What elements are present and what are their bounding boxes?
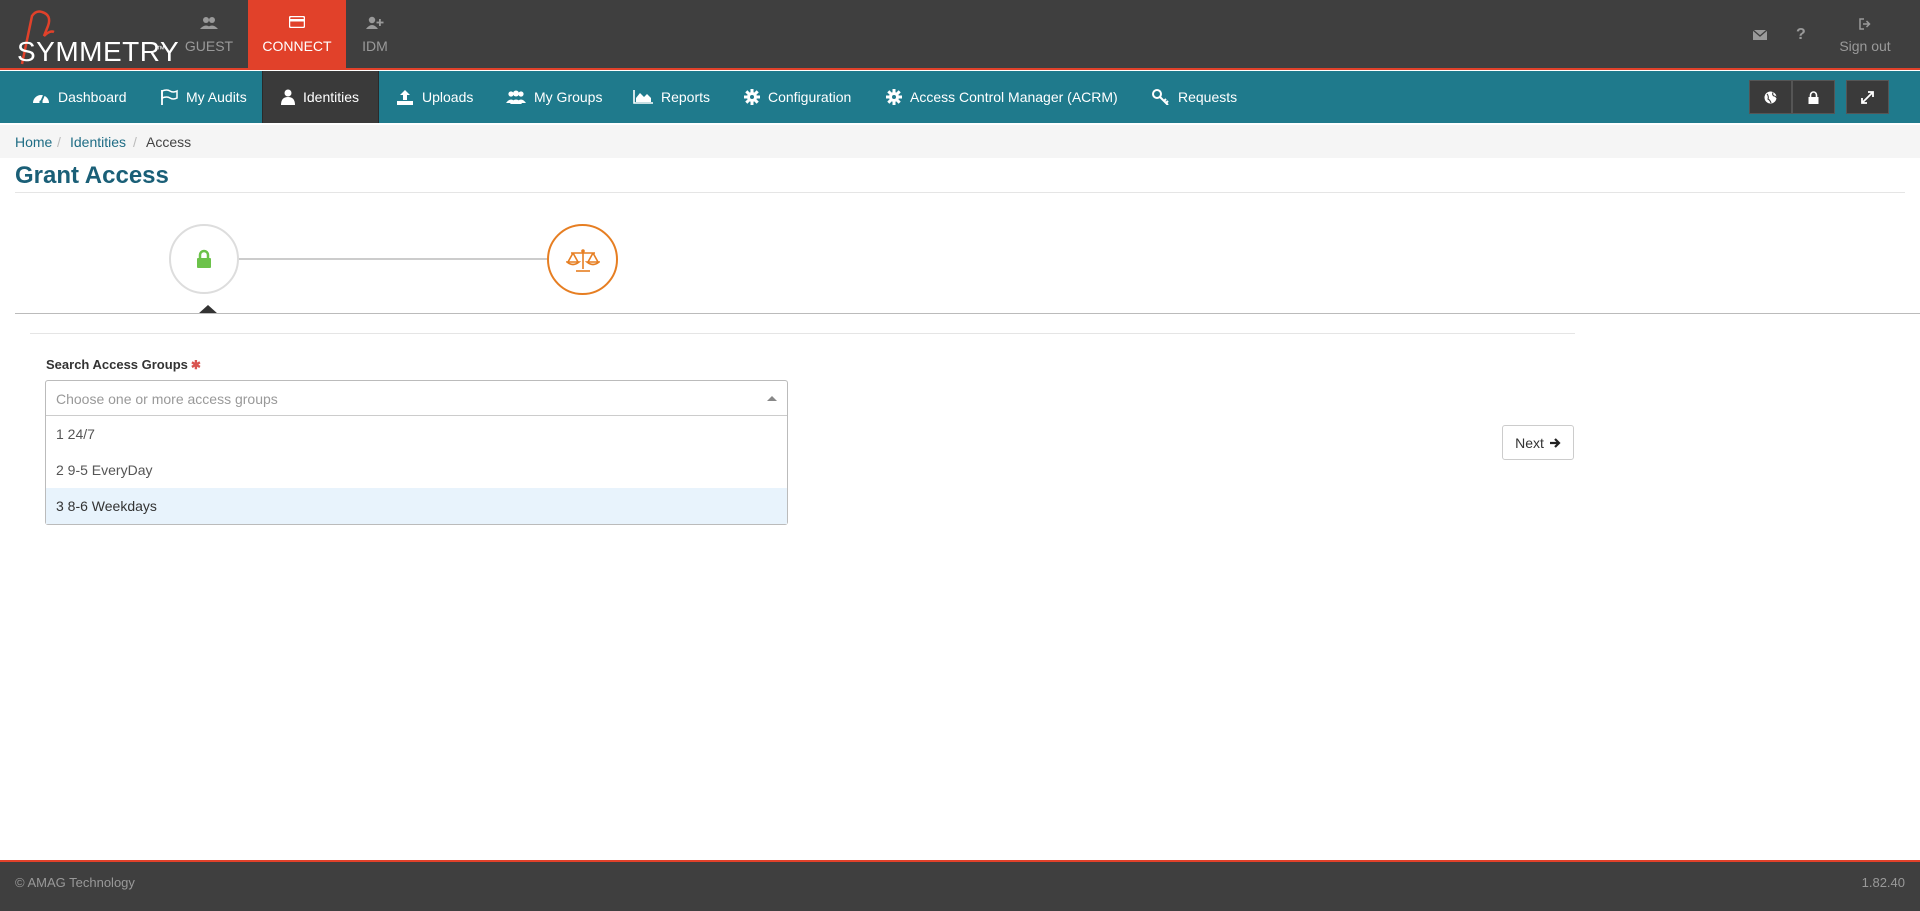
nav-configuration[interactable]: Configuration	[744, 71, 851, 123]
wizard-connector	[238, 258, 550, 260]
module-guest-label: GUEST	[184, 38, 234, 54]
nav-configuration-label: Configuration	[768, 89, 852, 105]
module-idm-label: IDM	[362, 38, 388, 54]
nav-acrm[interactable]: Access Control Manager (ACRM)	[886, 71, 1118, 123]
lock-icon	[1808, 90, 1819, 104]
dropdown-option[interactable]: 2 9-5 EveryDay	[46, 452, 787, 488]
breadcrumb: Home / Identities / Access	[0, 125, 1920, 158]
user-plus-icon	[326, 16, 424, 32]
access-groups-multiselect[interactable]: Choose one or more access groups 1 24/7 …	[45, 380, 788, 525]
dropdown-option[interactable]: 1 24/7	[46, 416, 787, 452]
gear-icon	[744, 89, 760, 105]
area-chart-icon	[633, 90, 653, 104]
copyright-text: © AMAG Technology	[15, 875, 135, 890]
nav-identities-label: Identities	[303, 89, 360, 105]
users-icon	[506, 90, 526, 104]
lock-icon	[197, 249, 211, 268]
arrow-right-icon	[1549, 437, 1561, 448]
search-access-groups-label: Search Access Groups ✱	[46, 357, 201, 372]
help-button[interactable]: ?	[1792, 0, 1812, 70]
next-button[interactable]: Next	[1502, 425, 1574, 460]
wizard-step-review[interactable]	[547, 224, 618, 295]
question-icon: ?	[1796, 26, 1806, 43]
globe-icon	[1764, 91, 1777, 103]
nav-identities[interactable]: Identities	[262, 71, 379, 123]
nav-requests[interactable]: Requests	[1152, 71, 1237, 123]
balance-scale-icon	[565, 248, 600, 272]
sign-out-icon	[1859, 18, 1871, 30]
main-navbar: Dashboard My Audits Identities Uploads M…	[0, 71, 1920, 123]
nav-my-audits[interactable]: My Audits	[160, 71, 247, 123]
module-idm[interactable]: IDM	[326, 0, 424, 70]
nav-my-groups-label: My Groups	[534, 89, 603, 105]
dashboard-icon	[33, 94, 49, 104]
required-icon: ✱	[190, 358, 201, 372]
nav-my-groups[interactable]: My Groups	[506, 71, 602, 123]
sign-out-label: Sign out	[1839, 38, 1891, 54]
nav-uploads-label: Uploads	[422, 89, 474, 105]
access-groups-placeholder: Choose one or more access groups	[56, 391, 278, 407]
breadcrumb-separator: /	[57, 134, 61, 150]
nav-dashboard-label: Dashboard	[58, 89, 127, 105]
top-bar: SYMMETRY ™ GUEST CONNECT IDM ? Sign out	[0, 0, 1920, 70]
divider	[15, 192, 1905, 193]
envelope-icon	[1753, 30, 1767, 40]
next-button-label: Next	[1515, 434, 1544, 451]
logo-text: SYMMETRY	[17, 36, 180, 67]
caret-up-icon[interactable]	[767, 396, 777, 401]
footer: © AMAG Technology 1.82.40	[0, 860, 1920, 911]
nav-reports-label: Reports	[661, 89, 711, 105]
nav-uploads[interactable]: Uploads	[396, 71, 473, 123]
symmetry-logo[interactable]: SYMMETRY ™	[8, 6, 179, 67]
nav-my-audits-label: My Audits	[186, 89, 247, 105]
language-button[interactable]	[1749, 80, 1792, 114]
nav-requests-label: Requests	[1178, 89, 1238, 105]
key-icon	[1152, 89, 1169, 105]
breadcrumb-home[interactable]: Home	[15, 134, 52, 150]
dropdown-option-highlighted[interactable]: 3 8-6 Weekdays	[46, 488, 787, 524]
gear-icon	[886, 89, 902, 105]
breadcrumb-identities[interactable]: Identities	[70, 134, 126, 150]
access-groups-search-input[interactable]: Choose one or more access groups	[46, 381, 787, 416]
page-title: Grant Access	[15, 162, 169, 189]
users-icon	[160, 16, 258, 32]
sign-out-button[interactable]: Sign out	[1834, 0, 1896, 70]
field-label-text: Search Access Groups	[46, 357, 188, 372]
breadcrumb-current: Access	[146, 134, 192, 150]
upload-icon	[397, 90, 413, 105]
mail-button[interactable]	[1750, 0, 1770, 70]
module-guest[interactable]: GUEST	[160, 0, 258, 70]
wizard-step-access[interactable]	[169, 224, 239, 294]
user-icon	[281, 89, 295, 105]
divider	[30, 333, 1575, 334]
lock-button[interactable]	[1792, 80, 1835, 114]
fullscreen-button[interactable]	[1846, 80, 1889, 114]
expand-icon	[1861, 90, 1874, 104]
breadcrumb-separator: /	[133, 134, 137, 150]
divider	[15, 313, 1920, 314]
nav-reports[interactable]: Reports	[633, 71, 710, 123]
nav-acrm-label: Access Control Manager (ACRM)	[910, 89, 1118, 105]
nav-dashboard[interactable]: Dashboard	[32, 71, 127, 123]
flag-icon	[161, 89, 178, 105]
version-text: 1.82.40	[1861, 875, 1905, 890]
